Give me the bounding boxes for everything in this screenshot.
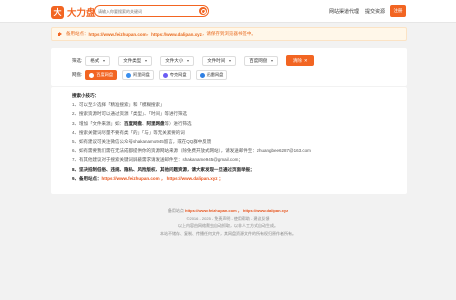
tip-item: 3、增加「文件来源」如：百度网盘、阿里网盘等）进行筛选 xyxy=(72,119,311,128)
footer-line-3: 以上内容由网络爬虫自动抓取，以非人工方式自动生成。 xyxy=(178,223,278,228)
search-tips: 搜索小技巧： 1、可以至少选择「精准搜索」和「模糊搜索」 2、搜索资源时可以通过… xyxy=(72,91,311,183)
filter-format-dropdown[interactable]: 格式 xyxy=(85,55,111,66)
aliyun-icon xyxy=(126,72,132,78)
logo-text: 大力盘 xyxy=(67,8,96,19)
footer-sep: ， xyxy=(237,208,242,213)
logo-icon: 大 xyxy=(51,5,64,19)
tips-panel: 搜索小技巧： 1、可以至少选择「精准搜索」和「模糊搜索」 2、搜索资源时可以通过… xyxy=(51,87,407,194)
notice-bar: 备用站点： https://www.feizhupan.com ， https:… xyxy=(51,27,407,41)
filter-filesize-dropdown[interactable]: 文件大小 xyxy=(160,55,195,66)
tip-item: 7、有其他建议对于搜索关键词屏蔽需求请发送邮件至：shakaname945@gm… xyxy=(72,157,243,163)
footer-url-2[interactable]: https://www.dalipan.xyz xyxy=(243,208,288,213)
site-aliyun-label: 阿里网盘 xyxy=(133,72,150,77)
site-xunlei-label: 迅雷网盘 xyxy=(206,72,224,77)
page-footer: 备用站点 https://www.feizhupan.com ， https:/… xyxy=(0,207,456,237)
site-baidu-label: 百度网盘 xyxy=(96,72,114,77)
notice-prefix: 备用站点： xyxy=(66,31,89,36)
site-baidu-button[interactable]: 百度网盘 xyxy=(85,70,118,80)
filter-panel: 筛选: 格式 文件类型 文件大小 文件时间 百度网盘 清除 ✕ 网盘: 百度网盘… xyxy=(51,48,407,86)
footer-line-1: 备用站点 https://www.feizhupan.com ， https:/… xyxy=(0,207,456,215)
speaker-icon xyxy=(58,31,63,37)
site-row: 网盘: 百度网盘 阿里网盘 夸克网盘 迅雷网盘 xyxy=(72,70,232,80)
tip-item: 1、可以至少选择「精准搜索」和「模糊搜索」 xyxy=(72,102,165,108)
filter-filetype-dropdown[interactable]: 文件类型 xyxy=(118,55,153,66)
tip-item: 6、如有需要我们需在无法成都提供你的资源网站来源（除免费开放式网站），请发送邮件… xyxy=(72,148,311,154)
tip-text: 3、增加「文件来源」如： xyxy=(72,120,125,126)
filter-source-dropdown[interactable]: 百度网盘 xyxy=(244,55,279,66)
tip-item: 2、搜索资源时可以通过资源「类型」、「时间」等进行筛选 xyxy=(72,111,188,117)
tip-url-2[interactable]: https://www.dalipan.xyz xyxy=(167,176,218,181)
footer-url-1[interactable]: https://www.feizhupan.com xyxy=(185,208,237,213)
clear-filters-button[interactable]: 清除 ✕ xyxy=(286,55,315,66)
search-box xyxy=(94,5,209,17)
tip-item: 5、如有建议可关注微信公众号shakanamo945留言，或在QQ群中反馈 xyxy=(72,139,212,145)
baidu-icon xyxy=(89,72,95,78)
tip-item: 9、备用站点：https://www.feizhupan.com ， https… xyxy=(72,175,224,181)
footer-line-4: 本站不储存、复制、传播任何文件，其网盘资源文件的所有权归原作者所有。 xyxy=(160,230,296,236)
tip-em-baidu: 百度网盘 xyxy=(124,120,143,126)
footer-prefix: 备用站点 xyxy=(167,208,184,213)
clear-label: 清除 xyxy=(292,57,302,63)
notice-suffix: ，请保存到浏览器书签中。 xyxy=(201,31,256,36)
notice-url-2[interactable]: https://www.dalipan.xyz xyxy=(151,32,202,37)
close-icon: ✕ xyxy=(303,57,308,63)
tip-tail: ； xyxy=(218,175,224,181)
filter-row: 筛选: 格式 文件类型 文件大小 文件时间 百度网盘 清除 ✕ xyxy=(72,55,315,66)
site-aliyun-button[interactable]: 阿里网盘 xyxy=(122,70,154,80)
filter-label: 筛选: xyxy=(72,57,83,63)
tip-url-1[interactable]: https://www.feizhupan.com xyxy=(102,176,160,181)
site-quark-label: 夸克网盘 xyxy=(169,72,187,77)
xunlei-icon xyxy=(199,72,205,78)
quark-icon xyxy=(162,72,168,78)
search-input[interactable] xyxy=(95,6,195,16)
site-label: 网盘: xyxy=(72,72,83,77)
site-quark-button[interactable]: 夸克网盘 xyxy=(158,70,191,80)
footer-line-2: ©2016 - 2025 - 免责声明 - 使用帮助 - 建议反馈 xyxy=(186,215,270,221)
tip-item: 4、搜索关键词尽量不要有类「的」「与」等无关紧要的词 xyxy=(72,129,185,135)
nav-channel-agent[interactable]: 网站渠道代理 xyxy=(329,8,359,15)
register-button[interactable]: 注册 xyxy=(390,5,406,17)
tip-sep: ， xyxy=(160,175,166,181)
site-xunlei-button[interactable]: 迅雷网盘 xyxy=(195,70,228,80)
tip-tail: 等）进行筛选 xyxy=(164,120,192,126)
site-logo[interactable]: 大 大力盘 xyxy=(51,5,96,19)
top-navbar: 大 大力盘 网站渠道代理 提交资源 注册 xyxy=(0,0,456,23)
tip-em-aliyun: 阿里网盘 xyxy=(146,120,165,126)
tips-title: 搜索小技巧： xyxy=(72,93,99,98)
tip-text: 9、备用站点 xyxy=(72,175,98,181)
search-icon[interactable] xyxy=(199,7,207,15)
tip-item: 8、坚决抵制低俗、违规、隐私、风险版权、其他问题资源，请大家发现一旦通过页面举报… xyxy=(72,166,255,172)
header-nav: 网站渠道代理 提交资源 xyxy=(329,8,385,15)
filter-filetime-dropdown[interactable]: 文件时间 xyxy=(202,55,237,66)
nav-submit-resource[interactable]: 提交资源 xyxy=(365,8,385,15)
notice-url-1[interactable]: https://www.feizhupan.com xyxy=(89,32,147,37)
